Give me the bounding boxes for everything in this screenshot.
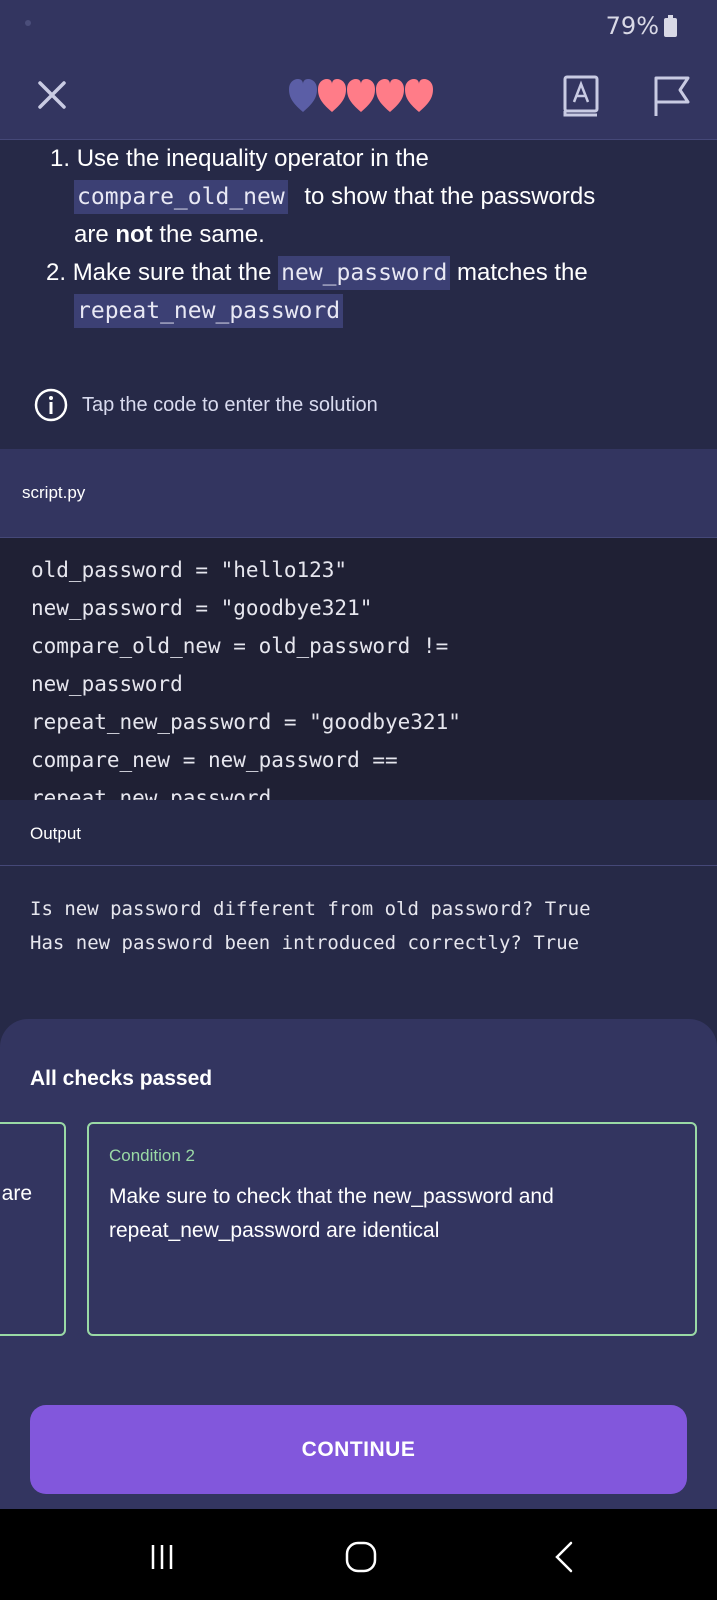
file-name: script.py: [22, 483, 86, 502]
close-icon[interactable]: [30, 73, 74, 117]
item2-number: 2.: [46, 259, 67, 286]
code-line: compare_new = new_password ==: [31, 748, 398, 772]
result-title: All checks passed: [30, 1067, 213, 1090]
item1-number: 1.: [50, 145, 71, 172]
item1-text-cont: to show that the passwords: [304, 183, 596, 210]
code-line: new_password = "goodbye321": [31, 596, 373, 620]
hint-text: Tap the code to enter the solution: [82, 394, 378, 416]
item2-text-cont: matches the: [456, 259, 588, 286]
heart-full-icon: [318, 79, 433, 112]
battery-icon: [664, 15, 677, 37]
item1-emphasis: not: [115, 221, 153, 248]
code-line: repeat_new_password = "goodbye321": [31, 710, 461, 734]
item1-text-end-a: are: [74, 221, 109, 248]
back-icon[interactable]: [545, 1537, 585, 1577]
notification-dot: [25, 20, 31, 26]
output-label: Output: [30, 824, 82, 843]
lesson-header: [0, 50, 717, 140]
condition-card-fragment: are: [1, 1182, 32, 1205]
recent-apps-icon[interactable]: [142, 1537, 182, 1577]
continue-button[interactable]: CONTINUE: [30, 1405, 687, 1494]
condition-description: Make sure to check that the new_password…: [109, 1185, 554, 1242]
item1-text: Use the inequality operator in the: [76, 145, 429, 172]
battery-level: 79%: [605, 12, 659, 40]
item2-text: Make sure that the: [72, 259, 272, 286]
output-line: Is new password different from old passw…: [30, 898, 591, 920]
code-line: repeat_new_password: [31, 786, 272, 800]
output-header: Output: [0, 800, 717, 866]
condition-card[interactable]: Condition 2 Make sure to check that the …: [87, 1122, 697, 1336]
continue-label: CONTINUE: [301, 1438, 416, 1461]
home-icon[interactable]: [341, 1537, 381, 1577]
info-icon: [34, 388, 68, 422]
lives-hearts: [289, 79, 433, 112]
file-tab-bar: script.py: [0, 449, 717, 538]
item1-text-end-b: the same.: [159, 221, 265, 248]
heart-empty-icon: [289, 79, 317, 112]
report-flag-icon[interactable]: [652, 74, 692, 118]
output-line: Has new password been introduced correct…: [30, 932, 580, 954]
condition-card-previous[interactable]: are: [0, 1122, 66, 1336]
code-chip-new-password: new_password: [278, 256, 451, 290]
system-nav-bar: [0, 1509, 717, 1600]
code-editor[interactable]: old_password = "hello123" new_password =…: [0, 538, 717, 800]
glossary-book-icon[interactable]: [562, 74, 600, 118]
code-chip-compare-old-new: compare_old_new: [74, 180, 288, 214]
code-line: old_password = "hello123": [31, 558, 348, 582]
code-line: compare_old_new = old_password !=: [31, 634, 449, 658]
code-line: new_password: [31, 672, 183, 696]
status-bar: 79%: [0, 0, 717, 50]
code-chip-repeat-new-password: repeat_new_password: [74, 294, 344, 328]
condition-title: Condition 2: [109, 1146, 196, 1165]
